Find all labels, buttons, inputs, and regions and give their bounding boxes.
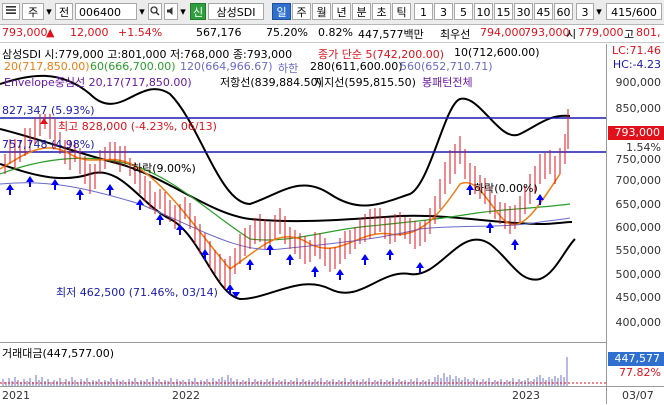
up-arrow-icon: ▲ (46, 26, 55, 39)
tick-500000: 500,000 (615, 268, 662, 281)
interval-45[interactable]: 45 (534, 3, 553, 20)
quote-bar: 793,000 ▲ 12,000 +1.54% 567,176 75.20% 0… (0, 25, 664, 43)
volume: 567,176 (196, 26, 242, 39)
current-price: 793,000 (2, 26, 48, 39)
x-label-2021: 2021 (2, 389, 30, 402)
volume-ratio: 75.20% (266, 26, 308, 39)
speaker-icon[interactable] (164, 3, 178, 20)
tick-600000: 600,000 (615, 221, 662, 234)
high-label: 고 (624, 28, 635, 41)
market-select[interactable]: 주 (22, 3, 44, 20)
tab-minute[interactable]: 분 (352, 3, 371, 20)
credit-badge: 신 (190, 3, 206, 20)
pref-price: 794,000 (480, 26, 526, 39)
interval-30[interactable]: 30 (514, 3, 533, 20)
interval-value[interactable]: 3 (576, 3, 594, 20)
legend-ma20: 20(717,850.00) (4, 60, 90, 73)
volume-panel[interactable]: 거래대금(447,577.00) (0, 342, 606, 387)
interval-5[interactable]: 5 (454, 3, 473, 20)
tick-700000: 700,000 (615, 174, 662, 187)
legend-ma560: 560(652,710.71) (400, 60, 493, 73)
page-counter: 415/600 (606, 3, 662, 20)
price-chart[interactable]: 삼성SDI 시:779,000 고:801,000 저:768,000 종:79… (0, 44, 606, 340)
trade-amount: 447,577백만 (358, 28, 424, 41)
legend-pattern: 봉패턴전체 (422, 76, 473, 89)
code-dropdown-icon[interactable]: ▾ (137, 3, 147, 20)
menu-icon[interactable] (2, 3, 20, 20)
tab-jeon[interactable]: 전 (55, 3, 73, 20)
x-label-2023: 2023 (512, 389, 540, 402)
pref-price-2: 793,000 (524, 26, 570, 39)
max-high-marker (40, 118, 48, 124)
tick-650000: 650,000 (615, 198, 662, 211)
legend-ma10: 10(712,600.00) (454, 46, 540, 59)
level-827-label: 827,347 (5.93%) (2, 104, 95, 117)
date-axis: 2021 2022 2023 03/07 (0, 386, 664, 405)
toolbar: 주 ▾ 전 006400 ▾ ▾ 신 삼성SDI 일 주 월 년 분 초 틱 1… (0, 0, 664, 25)
stock-code-input[interactable]: 006400 (75, 3, 137, 20)
change-amount: 12,000 (70, 26, 109, 39)
volume-bars (0, 357, 606, 387)
high-value: 801, (636, 26, 661, 39)
search-icon[interactable] (148, 3, 162, 20)
x-label-2022: 2022 (172, 389, 200, 402)
candles (4, 109, 569, 289)
tick-900000: 900,000 (615, 76, 662, 89)
turnover: 0.82% (318, 26, 353, 39)
tab-month[interactable]: 월 (312, 3, 331, 20)
change-percent: +1.54% (118, 26, 163, 39)
min-low-label: 최저 462,500 (71.46%, 03/14) (56, 286, 218, 299)
tick-400000: 400,000 (615, 316, 662, 329)
hc-label: HC:-4.23 (612, 58, 661, 71)
tick-850000: 850,000 (615, 102, 662, 115)
tab-day[interactable]: 일 (272, 3, 291, 20)
tab-week[interactable]: 주 (292, 3, 311, 20)
tick-550000: 550,000 (615, 244, 662, 257)
volume-current-tag: 447,577 (608, 352, 664, 366)
legend-ma120: 120(664,966.67) (180, 60, 273, 73)
legend-support: 지지선(595,815.50) (314, 76, 416, 89)
tick-750000: 750,000 (615, 153, 662, 166)
interval-15[interactable]: 15 (494, 3, 513, 20)
open-value: 779,000 (578, 26, 624, 39)
drop-label-2: 하락(0.00%) (474, 182, 538, 195)
legend-envelope: Envelope중심선 20,17(717,850.00) (4, 76, 192, 89)
current-price-tag: 793,000 (608, 126, 664, 140)
tab-year[interactable]: 년 (332, 3, 351, 20)
legend-ma60: 60(666,700.00) (90, 60, 176, 73)
open-label: 시 (566, 28, 577, 41)
legend-resistance: 저항선(839,884.50) (220, 76, 322, 89)
lc-label: LC:71.46 (611, 44, 661, 57)
interval-1[interactable]: 1 (414, 3, 433, 20)
interval-3[interactable]: 3 (434, 3, 453, 20)
tick-450000: 450,000 (615, 291, 662, 304)
market-dropdown-icon[interactable]: ▾ (44, 3, 54, 20)
interval-dropdown-icon[interactable]: ▾ (594, 3, 604, 20)
level-757-label: 757,748 (4.98%) (2, 138, 95, 151)
legend-ma280: 280(611,600.00) (310, 60, 403, 73)
pref-label: 최우선 (440, 28, 471, 41)
interval-60[interactable]: 60 (554, 3, 573, 20)
tab-tick[interactable]: 틱 (392, 3, 411, 20)
price-axis: LC:71.46 HC:-4.23 900,000 850,000 793,00… (606, 44, 664, 404)
tab-second[interactable]: 초 (372, 3, 391, 20)
max-high-label: 최고 828,000 (-4.23%, 06/13) (58, 120, 217, 133)
drop-label-1: 하락(9.00%) (132, 162, 196, 175)
x-label-date: 03/07 (622, 389, 654, 402)
interval-10[interactable]: 10 (474, 3, 493, 20)
speaker-dropdown-icon[interactable]: ▾ (178, 3, 188, 20)
stock-name: 삼성SDI (208, 3, 264, 20)
volume-pct: 77.82% (619, 366, 661, 379)
